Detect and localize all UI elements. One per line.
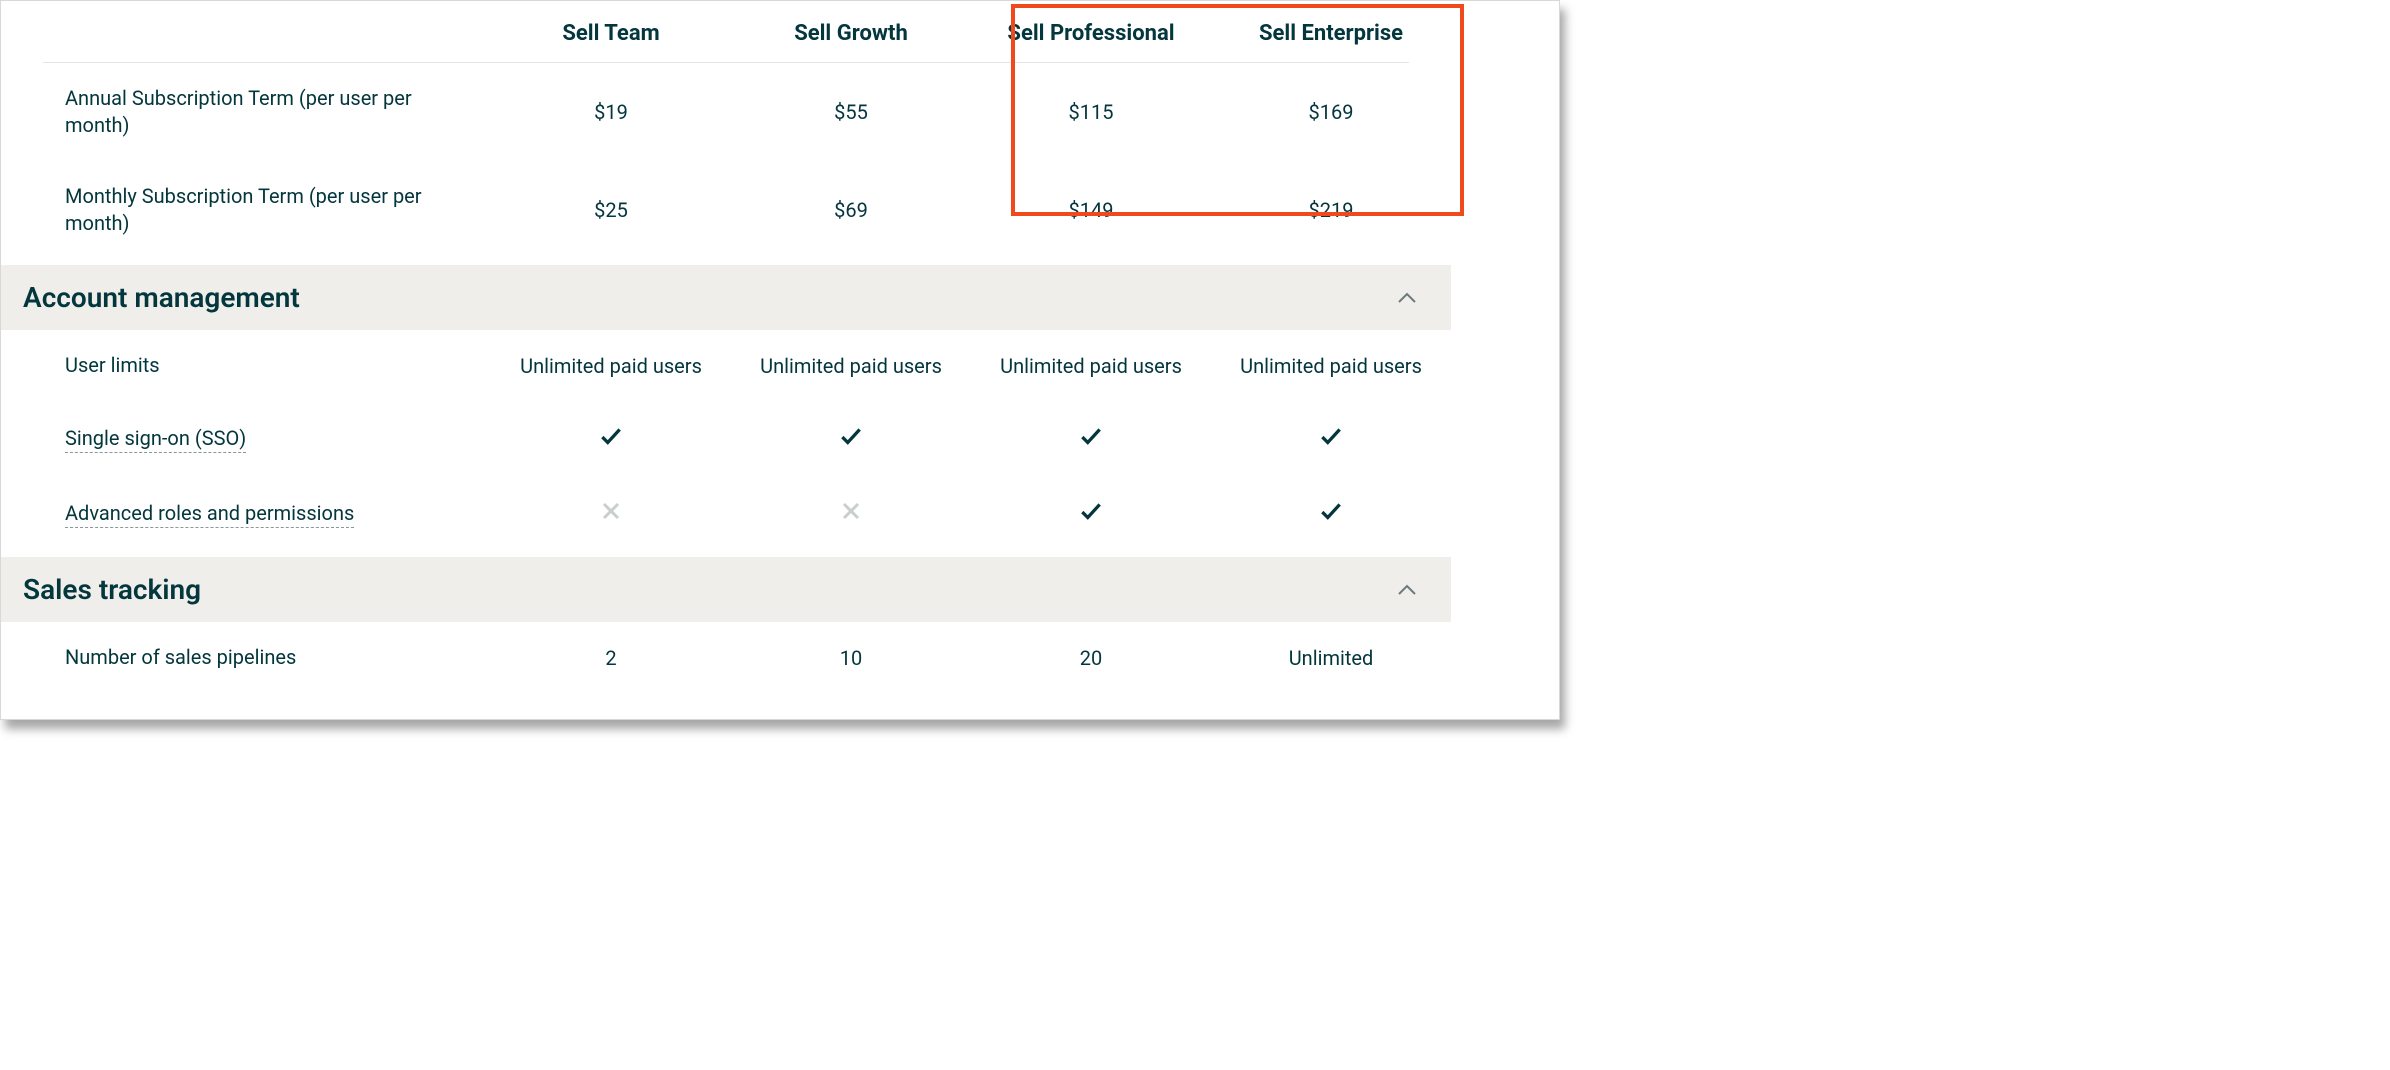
user-limits-growth: Unlimited paid users xyxy=(731,332,971,400)
roles-team xyxy=(491,477,731,550)
x-icon xyxy=(839,504,863,528)
check-icon xyxy=(598,430,624,454)
roles-growth xyxy=(731,477,971,550)
custdeal-professional xyxy=(971,693,1211,720)
row-label-user-limits: User limits xyxy=(1,330,491,401)
custdeal-label-text: Customizable deal pipeline xyxy=(65,718,304,720)
sso-label-text: Single sign-on (SSO) xyxy=(65,426,246,453)
price-annual-enterprise: $169 xyxy=(1211,78,1451,146)
price-annual-professional: $115 xyxy=(971,78,1211,146)
plan-header-enterprise: Sell Enterprise xyxy=(1211,1,1451,62)
price-monthly-growth: $69 xyxy=(731,176,971,244)
check-icon xyxy=(1078,505,1104,529)
x-icon xyxy=(599,504,623,528)
plan-header-professional: Sell Professional xyxy=(971,1,1211,62)
sso-team xyxy=(491,401,731,476)
section-title-sales: Sales tracking xyxy=(23,573,201,606)
check-icon xyxy=(1318,430,1344,454)
plan-header-team: Sell Team xyxy=(491,1,731,62)
check-icon xyxy=(1318,505,1344,529)
pricing-table: Sell Team Sell Growth Sell Professional … xyxy=(1,1,1559,720)
check-icon xyxy=(1078,430,1104,454)
user-limits-team: Unlimited paid users xyxy=(491,332,731,400)
price-annual-team: $19 xyxy=(491,78,731,146)
pricing-comparison-frame: Sell Team Sell Growth Sell Professional … xyxy=(0,0,1560,720)
section-title-account: Account management xyxy=(23,281,300,314)
sso-enterprise xyxy=(1211,401,1451,476)
check-icon xyxy=(838,430,864,454)
sso-growth xyxy=(731,401,971,476)
custdeal-enterprise xyxy=(1211,693,1451,720)
roles-label-text: Advanced roles and permissions xyxy=(65,501,354,528)
plan-header-growth: Sell Growth xyxy=(731,1,971,62)
roles-professional xyxy=(971,476,1211,551)
chevron-up-icon xyxy=(1393,284,1421,312)
row-label-monthly: Monthly Subscription Term (per user per … xyxy=(1,161,491,259)
roles-enterprise xyxy=(1211,476,1451,551)
section-header-account[interactable]: Account management xyxy=(1,265,1451,330)
row-label-roles[interactable]: Advanced roles and permissions xyxy=(1,478,491,549)
custdeal-growth xyxy=(731,693,971,720)
user-limits-enterprise: Unlimited paid users xyxy=(1211,332,1451,400)
pipelines-team: 2 xyxy=(491,624,731,692)
row-label-custdeal[interactable]: Customizable deal pipeline xyxy=(1,695,491,720)
price-monthly-professional: $149 xyxy=(971,176,1211,244)
price-monthly-team: $25 xyxy=(491,176,731,244)
chevron-up-icon xyxy=(1393,576,1421,604)
pipelines-enterprise: Unlimited xyxy=(1211,624,1451,692)
user-limits-professional: Unlimited paid users xyxy=(971,332,1211,400)
row-label-pipelines: Number of sales pipelines xyxy=(1,622,491,693)
row-label-sso[interactable]: Single sign-on (SSO) xyxy=(1,403,491,474)
pipelines-professional: 20 xyxy=(971,624,1211,692)
price-monthly-enterprise: $219 xyxy=(1211,176,1451,244)
pipelines-growth: 10 xyxy=(731,624,971,692)
custdeal-team xyxy=(491,693,731,720)
section-header-sales[interactable]: Sales tracking xyxy=(1,557,1451,622)
price-annual-growth: $55 xyxy=(731,78,971,146)
sso-professional xyxy=(971,401,1211,476)
row-label-annual: Annual Subscription Term (per user per m… xyxy=(1,63,491,161)
header-spacer xyxy=(1,14,491,50)
